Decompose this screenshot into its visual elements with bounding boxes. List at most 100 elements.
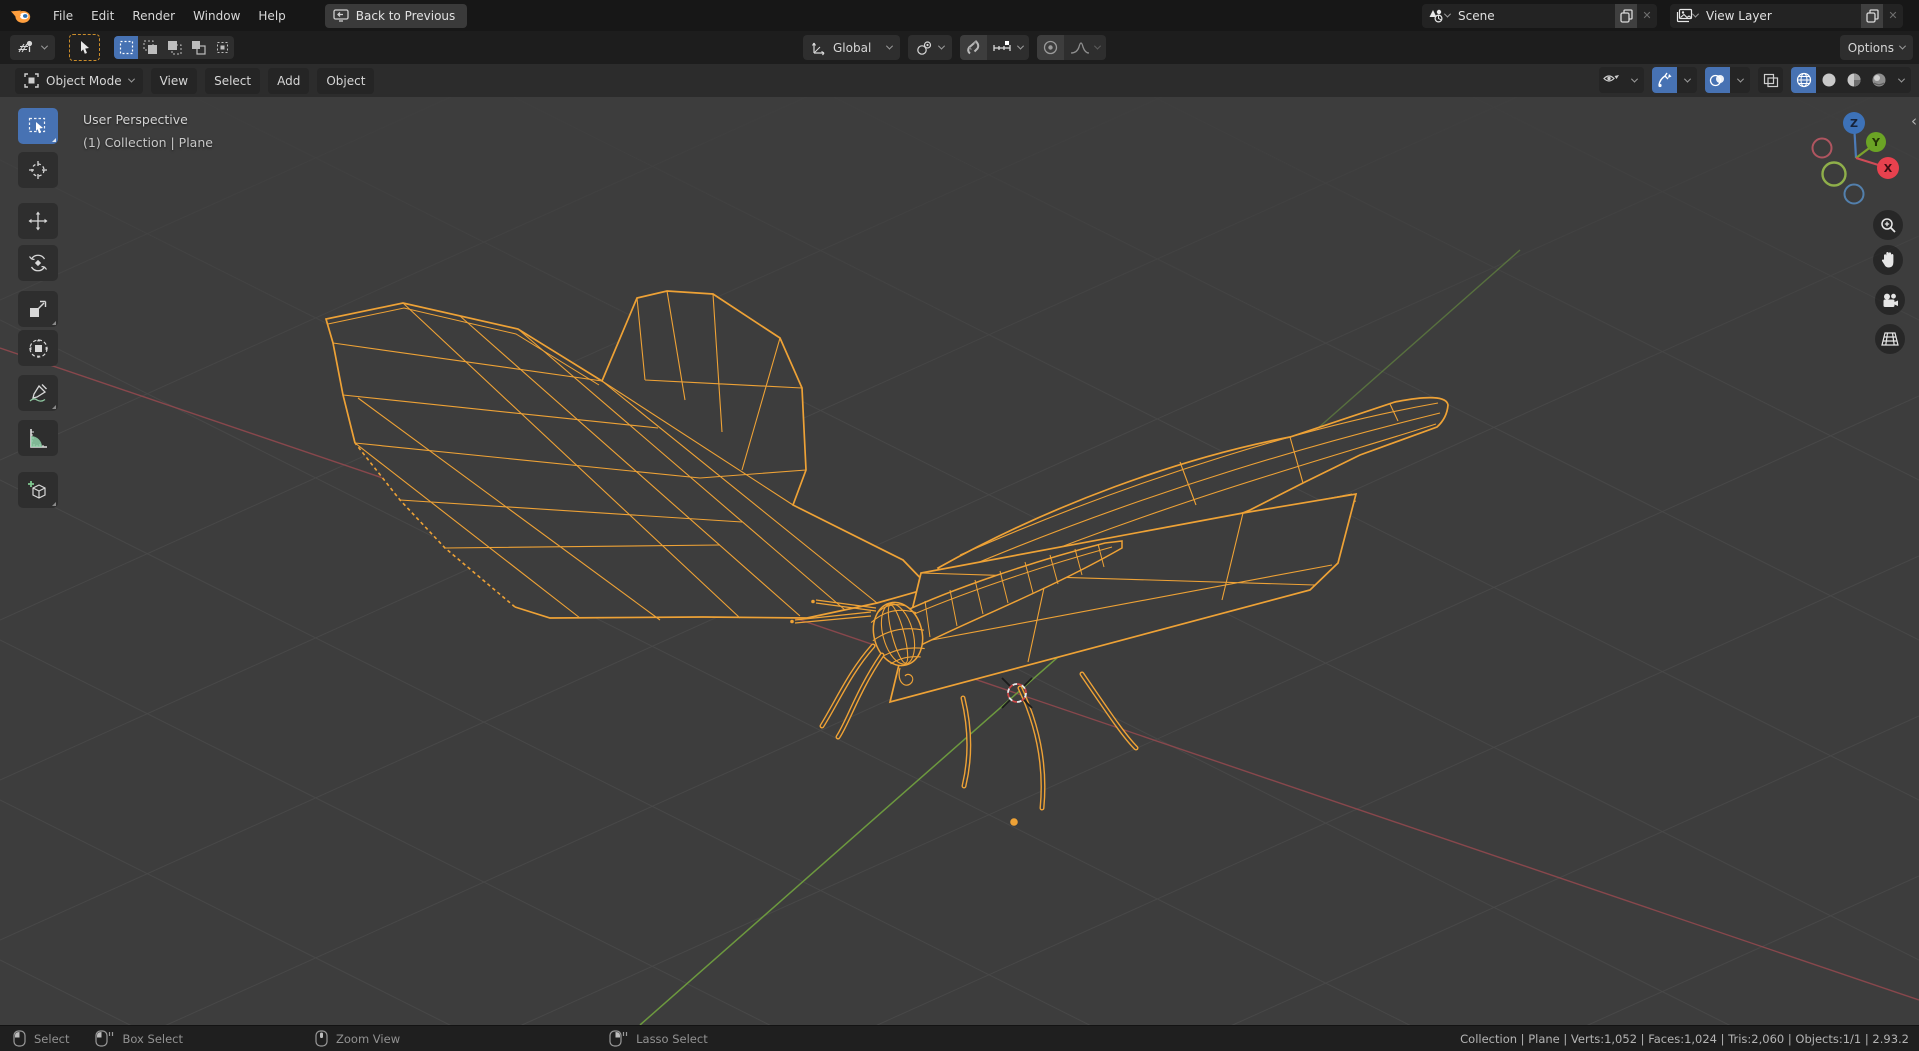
move-icon: [28, 211, 48, 231]
blender-logo-icon: [10, 10, 31, 23]
hint-lasso-select: Lasso Select: [609, 1030, 708, 1047]
show-overlays-toggle[interactable]: [1705, 67, 1730, 93]
select-mode-set[interactable]: [114, 36, 138, 59]
viewport-menu-select[interactable]: Select: [205, 67, 261, 94]
scene-new-button[interactable]: [1615, 3, 1637, 28]
rendered-sphere-icon: [1872, 73, 1885, 87]
menu-help[interactable]: Help: [249, 6, 294, 26]
viewport-menu-add[interactable]: Add: [268, 67, 310, 94]
sidebar-collapse-arrow[interactable]: ‹: [1911, 112, 1917, 130]
active-tool-indicator[interactable]: [69, 34, 100, 61]
proportional-edit-toggle[interactable]: [1037, 35, 1064, 60]
overlays-dropdown[interactable]: [1730, 67, 1750, 93]
material-preview-icon: [1847, 73, 1860, 87]
scene-unlink-button[interactable]: ✕: [1637, 4, 1657, 28]
transform-orientation-dropdown[interactable]: Global: [803, 35, 900, 60]
tool-measure[interactable]: [18, 420, 58, 456]
hint-lasso-select-label: Lasso Select: [636, 1031, 708, 1046]
shading-dropdown[interactable]: [1891, 67, 1911, 93]
gizmos-dropdown[interactable]: [1677, 67, 1697, 93]
menu-window[interactable]: Window: [184, 6, 249, 26]
select-mode-subtract[interactable]: [162, 36, 186, 59]
proportional-falloff-dropdown[interactable]: [1064, 35, 1106, 60]
object-visibility-dropdown[interactable]: [1599, 67, 1644, 93]
topbar: File Edit Render Window Help Back to Pre…: [0, 0, 1919, 31]
editor-type-button[interactable]: [10, 35, 55, 60]
rotate-icon: [29, 254, 47, 272]
object-origin-dot: [1010, 818, 1018, 826]
shading-wireframe-button[interactable]: [1791, 67, 1816, 93]
viewport-menu-view[interactable]: View: [150, 67, 198, 94]
magnifier-icon: [1880, 217, 1896, 233]
snap-mode-dropdown[interactable]: [987, 35, 1029, 60]
tool-scale[interactable]: [18, 291, 58, 327]
grid-horizon-fade: [0, 64, 1919, 430]
gizmo-axis-neg-x[interactable]: [1811, 137, 1833, 159]
view-layer-icon: [1676, 8, 1693, 22]
orientation-chevron: [885, 42, 894, 50]
xray-icon: [1763, 73, 1778, 87]
select-mode-extend[interactable]: [138, 36, 162, 59]
back-to-previous-button[interactable]: Back to Previous: [324, 3, 468, 28]
editor-type-chevron: [40, 42, 49, 50]
mouse-mmb-icon: [315, 1030, 328, 1047]
view-layer-selector[interactable]: View Layer ✕: [1670, 3, 1903, 28]
scene-name[interactable]: Scene: [1450, 9, 1615, 23]
tool-transform[interactable]: [18, 330, 58, 366]
camera-view-button[interactable]: [1875, 285, 1905, 315]
tool-move[interactable]: [18, 203, 58, 239]
snap-toggle[interactable]: [960, 35, 987, 60]
gizmo-axis-neg-y[interactable]: [1821, 161, 1847, 187]
viewport-3d[interactable]: Z Y X Object Mode View Select Add Object: [0, 64, 1919, 1025]
tool-annotate[interactable]: [18, 375, 58, 411]
mode-dropdown[interactable]: Object Mode: [15, 67, 143, 94]
view-layer-name[interactable]: View Layer: [1698, 9, 1861, 23]
overlays-control: [1705, 67, 1750, 93]
viewport-info-text: User Perspective (1) Collection | Plane: [83, 108, 213, 154]
proportional-circle-icon: [1043, 40, 1058, 55]
gizmo-axis-neg-z[interactable]: [1843, 183, 1865, 205]
pan-view-button[interactable]: [1873, 245, 1903, 275]
view-layer-new-button[interactable]: [1861, 3, 1883, 28]
menu-file[interactable]: File: [44, 6, 82, 26]
shading-solid-button[interactable]: [1816, 67, 1841, 93]
mouse-lmb-icon: [13, 1030, 26, 1047]
cursor-tool-icon: [29, 161, 47, 179]
view-layer-remove-button[interactable]: ✕: [1883, 4, 1903, 28]
xray-toggle[interactable]: [1758, 67, 1783, 93]
zoom-view-button[interactable]: [1873, 210, 1903, 240]
scale-icon: [30, 300, 47, 317]
duplicate-icon: [1865, 8, 1879, 23]
pivot-point-dropdown[interactable]: [908, 35, 952, 60]
transform-settings-cluster: Global: [803, 35, 1106, 60]
select-mode-invert[interactable]: [186, 36, 210, 59]
hint-zoom-view: Zoom View: [315, 1030, 400, 1047]
tool-cursor[interactable]: [18, 152, 58, 188]
proportional-edit-controls: [1037, 35, 1106, 60]
tool-rotate[interactable]: [18, 245, 58, 281]
menu-render[interactable]: Render: [123, 6, 184, 26]
shading-material-button[interactable]: [1841, 67, 1866, 93]
view-name: User Perspective: [83, 112, 188, 127]
camera-icon: [1883, 293, 1898, 307]
gizmos-control: [1652, 67, 1697, 93]
tool-select-box[interactable]: [18, 108, 58, 144]
visibility-eye-icon: [1603, 75, 1619, 82]
menu-edit[interactable]: Edit: [82, 6, 123, 26]
toggle-perspective-button[interactable]: [1875, 324, 1905, 354]
options-button[interactable]: Options: [1839, 35, 1913, 60]
scene-statistics: Collection | Plane | Verts:1,052 | Faces…: [1460, 1031, 1909, 1046]
scene-selector[interactable]: Scene ✕: [1422, 3, 1657, 28]
select-mode-group: [114, 36, 234, 59]
blender-window: File Edit Render Window Help Back to Pre…: [0, 0, 1919, 1051]
add-cube-icon: [28, 481, 46, 499]
show-gizmos-toggle[interactable]: [1652, 67, 1677, 93]
falloff-curve-icon: [1070, 42, 1090, 54]
hint-select-label: Select: [34, 1031, 70, 1046]
hint-select: Select: [13, 1030, 69, 1047]
tool-add-cube[interactable]: [18, 472, 58, 508]
viewport-menu-object[interactable]: Object: [317, 67, 375, 94]
select-mode-intersect[interactable]: [210, 36, 234, 59]
increment-snap-icon: [993, 40, 1011, 51]
shading-rendered-button[interactable]: [1866, 67, 1891, 93]
